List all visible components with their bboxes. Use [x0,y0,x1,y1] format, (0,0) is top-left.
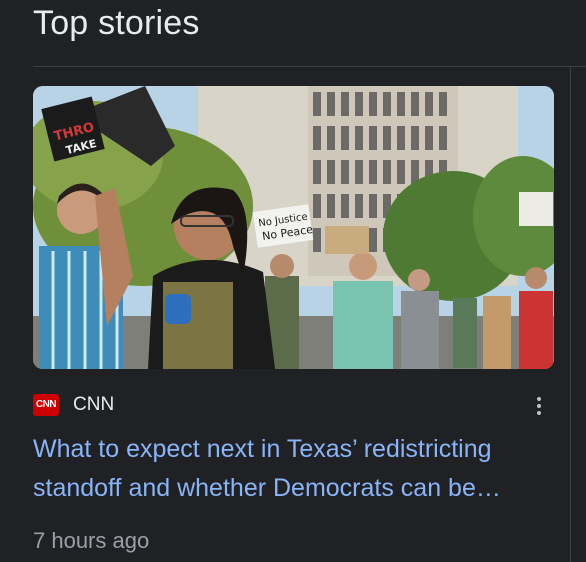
protest-photo: No Justice No Peace THRO TAKE [33,86,554,369]
source-row: CNN CNN [33,392,555,418]
source-name[interactable]: CNN [73,394,114,416]
story-timestamp: 7 hours ago [33,528,150,553]
story-headline[interactable]: What to expect next in Texas’ redistrict… [33,430,555,508]
story-thumbnail[interactable]: No Justice No Peace THRO TAKE [33,86,554,369]
cnn-logo-icon: CNN [33,394,59,416]
more-options-icon[interactable] [529,392,549,420]
story-card[interactable]: No Justice No Peace THRO TAKE CNN CNN Wh… [33,86,555,562]
section-title: Top stories [33,4,200,42]
scroll-edge [570,66,571,562]
section-divider [33,66,586,67]
